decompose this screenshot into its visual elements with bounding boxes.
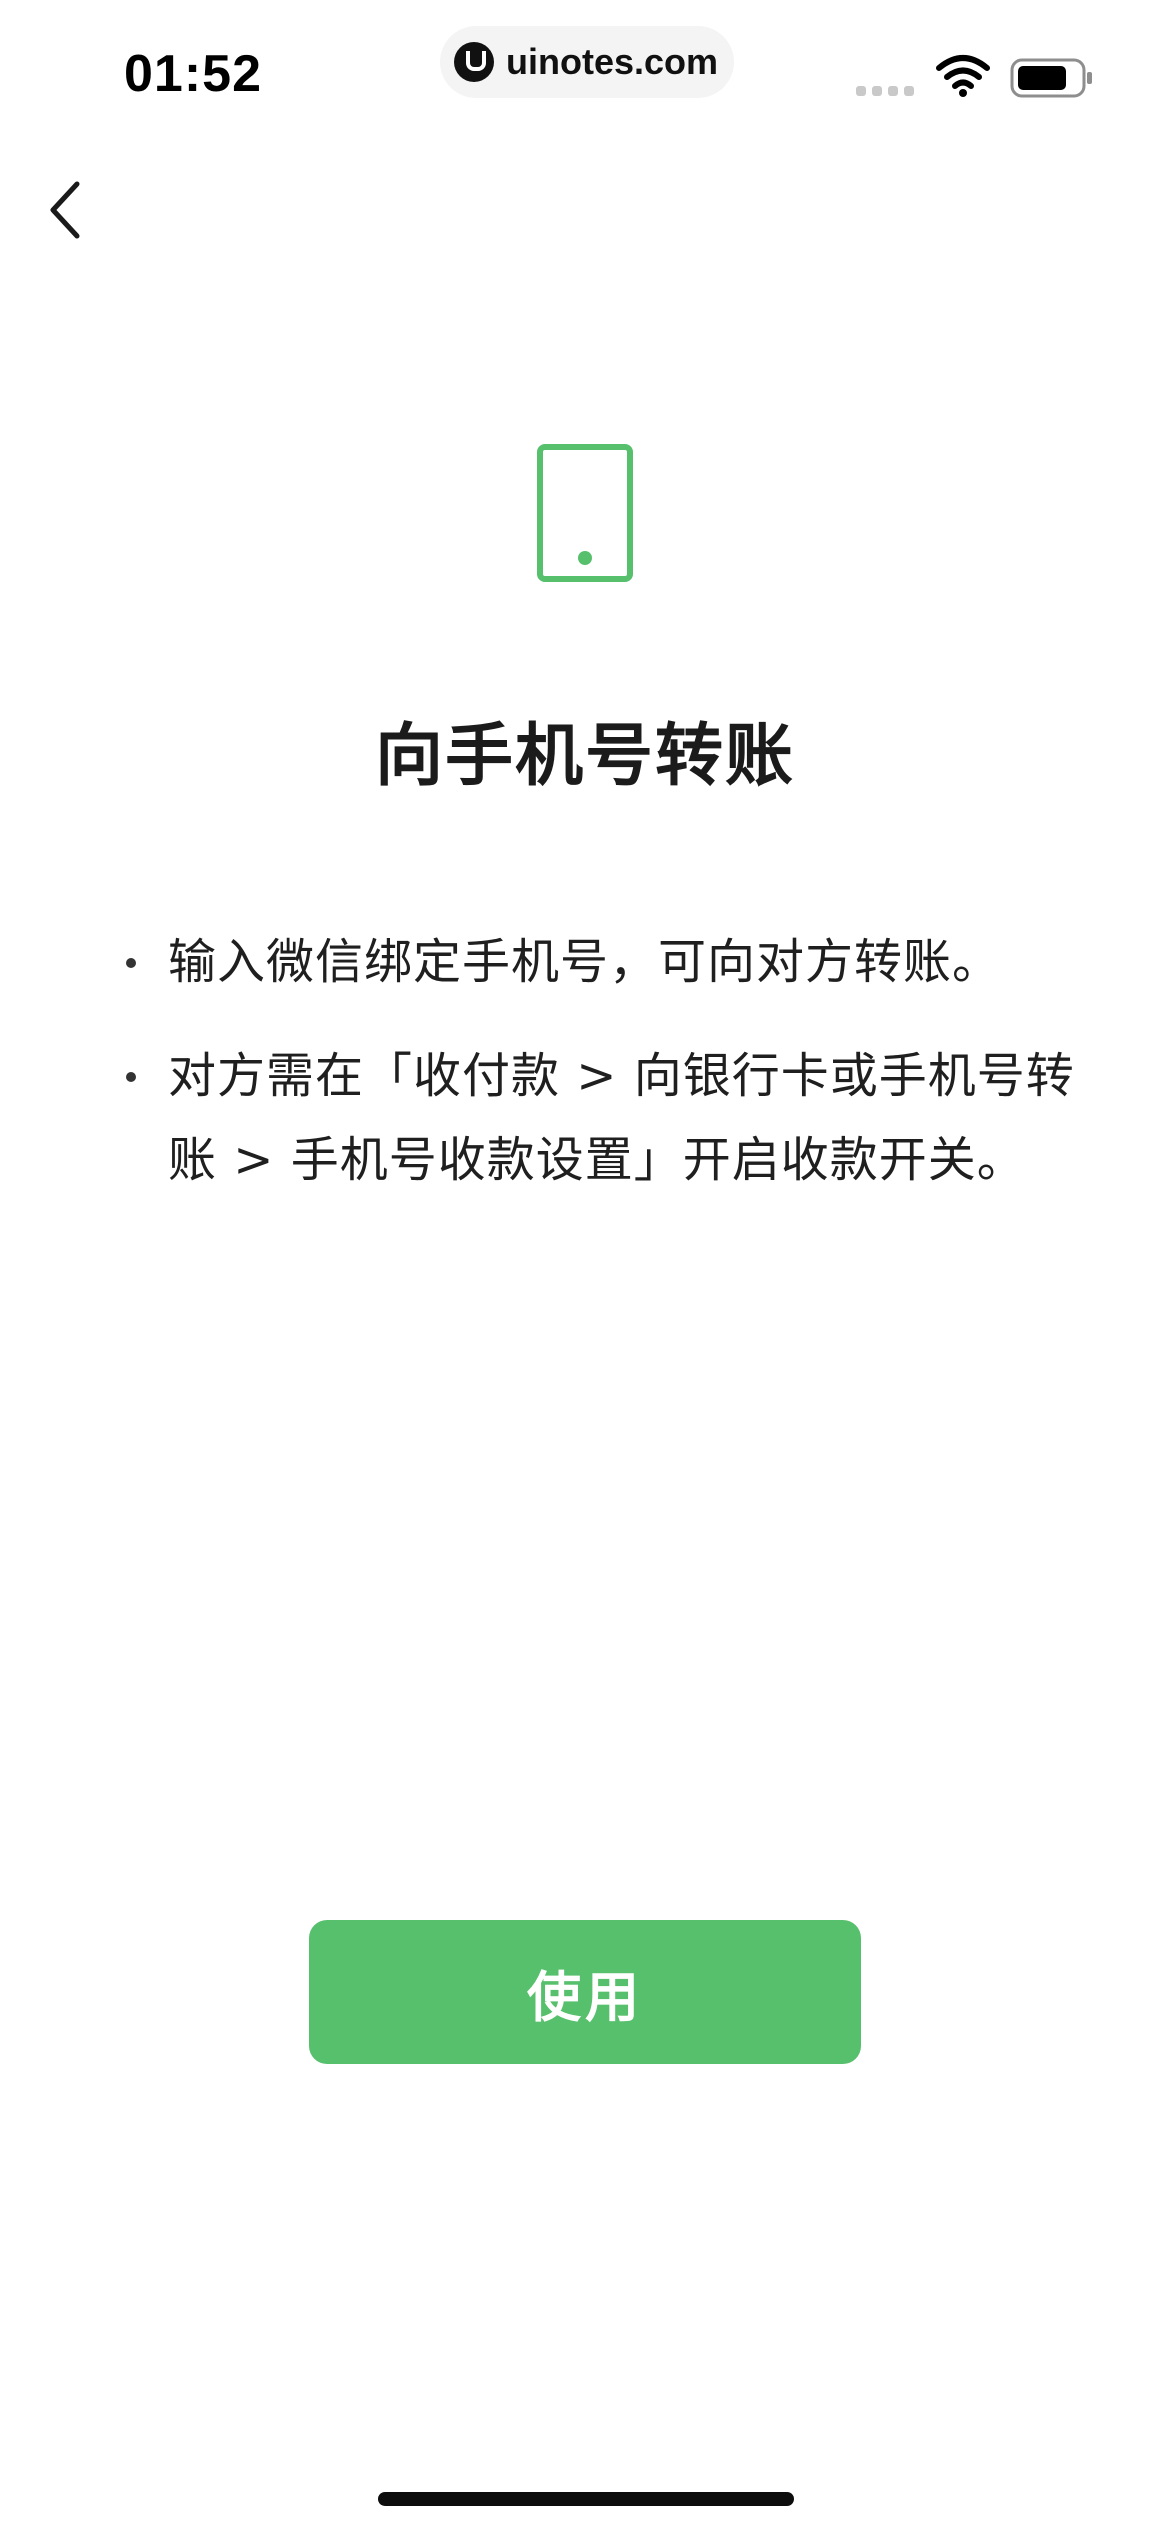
chevron-left-icon: [50, 181, 80, 239]
back-button[interactable]: [30, 170, 100, 250]
instruction-item: 对方需在「收付款 > 向银行卡或手机号转账 > 手机号收款设置」开启收款开关。: [116, 1034, 1076, 1202]
bullet-icon: [126, 958, 136, 968]
uinotes-logo-icon: [454, 42, 494, 82]
battery-icon: [1010, 58, 1092, 98]
instruction-list: 输入微信绑定手机号，可向对方转账。 对方需在「收付款 > 向银行卡或手机号转账 …: [116, 920, 1076, 1232]
bullet-icon: [126, 1072, 136, 1082]
watermark-badge: uinotes.com: [440, 26, 734, 98]
instruction-text: 对方需在「收付款 > 向银行卡或手机号转账 > 手机号收款设置」开启收款开关。: [168, 1048, 1075, 1188]
use-button[interactable]: 使用: [309, 1920, 861, 2064]
watermark-text: uinotes.com: [506, 41, 719, 82]
status-time: 01:52: [124, 45, 262, 103]
instruction-item: 输入微信绑定手机号，可向对方转账。: [116, 920, 1076, 1004]
page-title: 向手机号转账: [374, 717, 795, 796]
cellular-signal-icon: [856, 86, 914, 96]
status-bar: 01:52 uinotes.com: [0, 0, 1170, 150]
wifi-icon: [936, 55, 990, 97]
instruction-text: 输入微信绑定手机号，可向对方转账。: [168, 934, 1002, 990]
mobile-phone-icon: [537, 444, 633, 582]
home-indicator[interactable]: [378, 2492, 794, 2506]
